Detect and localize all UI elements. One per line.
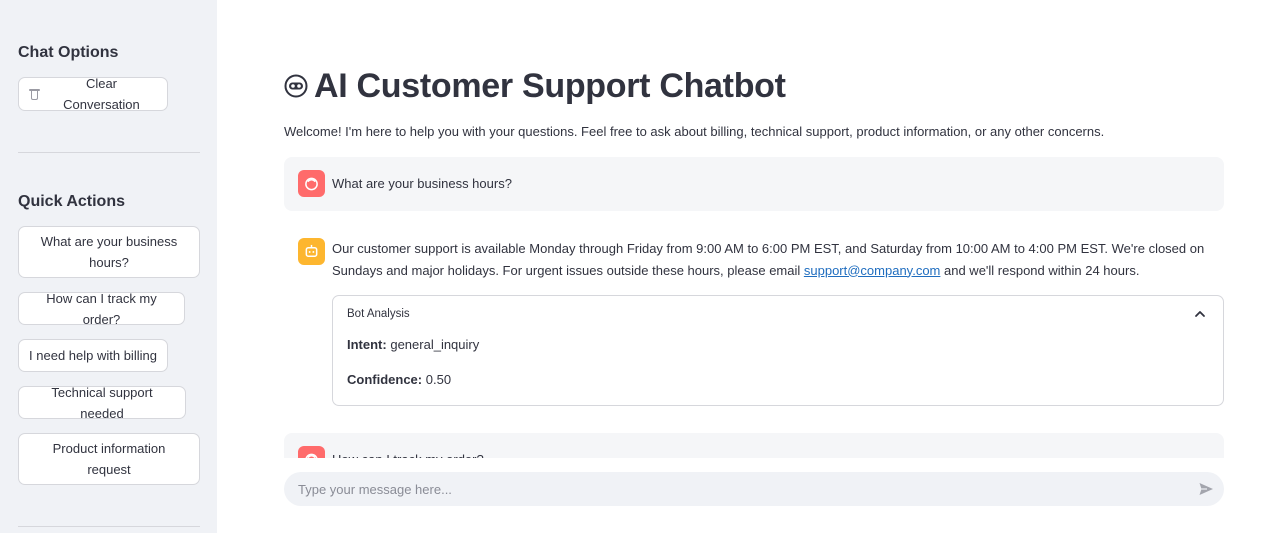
robot-face-icon bbox=[284, 74, 308, 98]
chat-message-user: What are your business hours? bbox=[284, 157, 1224, 211]
quick-action-billing[interactable]: I need help with billing bbox=[18, 339, 168, 372]
send-icon[interactable] bbox=[1198, 481, 1214, 497]
sidebar-divider bbox=[18, 152, 200, 153]
intent-value: general_inquiry bbox=[390, 337, 480, 352]
quick-action-track-order[interactable]: How can I track my order? bbox=[18, 291, 185, 327]
user-avatar-icon bbox=[298, 170, 325, 197]
chevron-up-icon[interactable] bbox=[1193, 307, 1207, 321]
user-message-text: What are your business hours? bbox=[332, 176, 512, 191]
quick-action-technical-support[interactable]: Technical support needed bbox=[18, 385, 186, 421]
clear-conversation-label: Clear Conversation bbox=[63, 76, 140, 112]
clear-conversation-button[interactable]: Clear Conversation bbox=[18, 76, 168, 112]
bot-avatar-icon bbox=[298, 238, 325, 265]
assistant-message-text: Our customer support is available Monday… bbox=[332, 241, 1205, 278]
bot-analysis-title: Bot Analysis bbox=[347, 308, 410, 320]
chat-options-heading: Chat Options bbox=[18, 44, 119, 61]
user-avatar-icon bbox=[298, 446, 325, 458]
quick-actions-heading: Quick Actions bbox=[18, 193, 125, 210]
welcome-text: Welcome! I'm here to help you with your … bbox=[284, 124, 1105, 139]
trash-icon bbox=[29, 88, 40, 100]
page-title: AI Customer Support Chatbot bbox=[314, 66, 786, 105]
page-title-row: AI Customer Support Chatbot bbox=[284, 64, 786, 108]
quick-action-business-hours[interactable]: What are your business hours? bbox=[18, 226, 200, 278]
user-message-text: How can I track my order? bbox=[332, 449, 484, 458]
chat-input[interactable] bbox=[298, 472, 1178, 506]
chat-message-user: How can I track my order? bbox=[284, 433, 1224, 458]
confidence-line: Confidence: 0.50 bbox=[347, 372, 452, 387]
chat-input-bar bbox=[284, 472, 1224, 506]
sidebar-divider bbox=[18, 526, 200, 527]
quick-action-product-info[interactable]: Product information request bbox=[18, 433, 200, 485]
bot-analysis-expander[interactable]: Bot Analysis Intent: general_inquiry Con… bbox=[332, 295, 1224, 406]
support-email-link[interactable]: support@company.com bbox=[804, 263, 941, 278]
sidebar: Chat Options Clear Conversation Quick Ac… bbox=[0, 0, 217, 533]
confidence-value: 0.50 bbox=[425, 372, 452, 387]
intent-line: Intent: general_inquiry bbox=[347, 337, 480, 352]
